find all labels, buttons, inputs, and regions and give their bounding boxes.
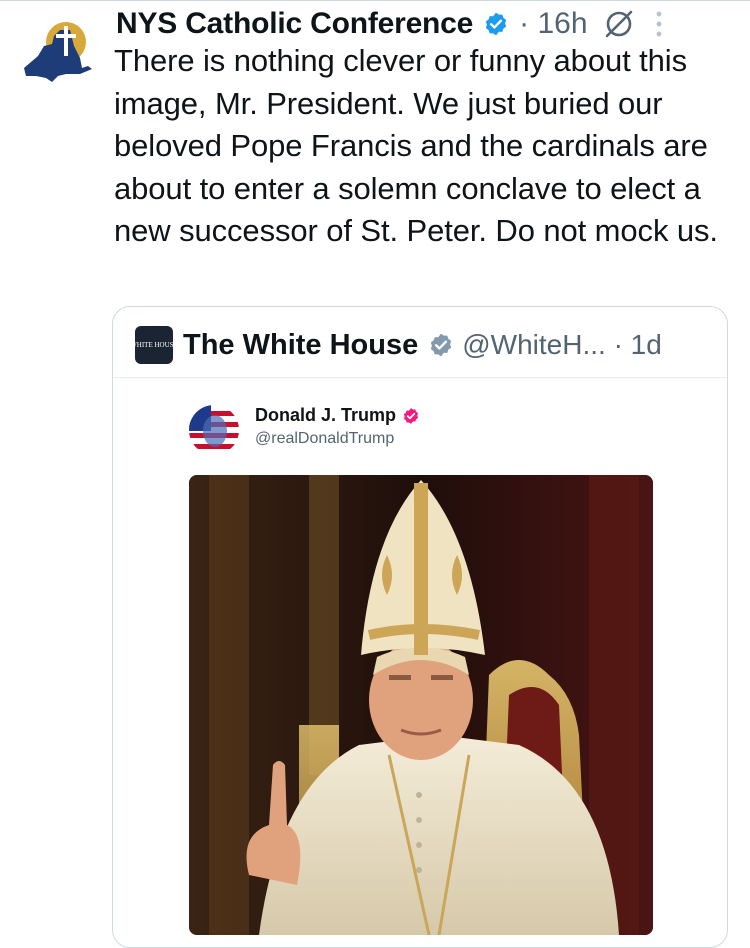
author-name[interactable]: NYS Catholic Conference <box>116 7 473 41</box>
white-house-avatar[interactable]: WHITE HOUSE <box>130 326 178 364</box>
inner-post-header: Donald J. Trump @realDonaldTrump <box>189 405 420 455</box>
pope-portrait-illustration <box>189 475 653 935</box>
top-divider <box>0 0 750 1</box>
more-options-icon[interactable] <box>654 9 664 39</box>
verified-badge-icon <box>485 12 507 36</box>
quoted-divider <box>113 377 727 378</box>
inner-author-handle: @realDonaldTrump <box>255 430 395 447</box>
grok-icon[interactable] <box>602 7 636 41</box>
quoted-tweet-card[interactable]: WHITE HOUSE The White House @WhiteH... ·… <box>112 306 728 948</box>
flag-avatar-icon <box>189 405 239 455</box>
new-york-state-map-with-cross-icon[interactable] <box>22 16 94 88</box>
tweet-text: There is nothing clever or funny about t… <box>114 43 718 248</box>
government-verified-badge-icon <box>431 333 452 357</box>
verified-badge-icon <box>403 407 419 424</box>
quoted-tweet-header: WHITE HOUSE The White House @WhiteH... ·… <box>130 325 662 365</box>
quoted-author-name[interactable]: The White House <box>183 329 418 362</box>
inner-author-name: Donald J. Trump <box>255 405 397 425</box>
tweet-header: NYS Catholic Conference · 16h <box>116 4 746 44</box>
pope-portrait-image[interactable] <box>189 475 653 935</box>
quoted-handle-and-time[interactable]: @WhiteH... · 1d <box>462 329 662 361</box>
post-time[interactable]: · 16h <box>519 7 587 41</box>
